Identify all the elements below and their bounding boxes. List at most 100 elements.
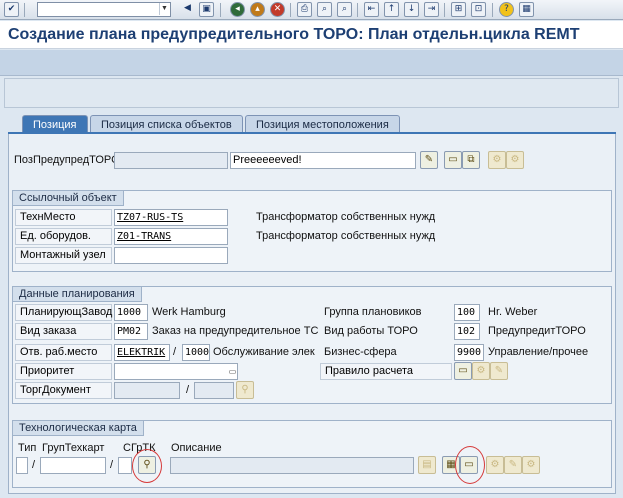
task-list-counter-field[interactable]: [118, 457, 132, 474]
first-page-icon[interactable]: ⇤: [364, 2, 379, 17]
print-icon[interactable]: ⎙: [297, 2, 312, 17]
toolbar-separator: [290, 3, 291, 17]
settlement-settings-icon: ⚙: [472, 362, 490, 380]
back-arrow-icon[interactable]: ◀: [180, 2, 195, 17]
equipment-field[interactable]: Z01-TRANS: [114, 228, 228, 245]
task-list-settings-icon: ⚙: [486, 456, 504, 474]
func-loc-field[interactable]: TZ07-RUS-TS: [114, 209, 228, 226]
reference-object-title: Ссылочный объект: [13, 191, 124, 206]
task-list-config-icon: ⚙: [522, 456, 540, 474]
find-next-icon[interactable]: ⌕: [337, 2, 352, 17]
exit-icon[interactable]: ▴: [250, 2, 265, 17]
check-icon[interactable]: ✔: [4, 2, 19, 17]
annotation-circle-create: [455, 446, 485, 484]
sales-doc-label: ТоргДокумент: [15, 382, 112, 399]
prev-page-icon[interactable]: ↑: [384, 2, 399, 17]
priority-field[interactable]: [114, 363, 238, 380]
task-list-type-field[interactable]: [16, 457, 28, 474]
shortcut-icon[interactable]: ⊡: [471, 2, 486, 17]
order-type-field[interactable]: PM02: [114, 323, 148, 340]
copy-icon[interactable]: ⧉: [462, 151, 480, 169]
long-text-icon[interactable]: ▭: [444, 151, 462, 169]
task-list-edit-icon: ✎: [504, 456, 522, 474]
equipment-value: Z01-TRANS: [117, 231, 172, 242]
system-toolbar: ✔ ▼ ◀ ▣ ◂ ▴ ✕ ⎙ ⌕ ⌕ ⇤ ↑ ↓ ⇥ ⊞ ⊡ ? ▦: [0, 0, 623, 20]
title-bar: Создание плана предупредительного ТОРО: …: [0, 21, 623, 49]
work-center-separator: /: [173, 346, 177, 358]
edit-icon[interactable]: ✎: [420, 151, 438, 169]
task-list-separator-2: /: [110, 459, 114, 471]
save-icon[interactable]: ▣: [199, 2, 214, 17]
task-list-detail-icon: ▤: [418, 456, 436, 474]
order-type-label: Вид заказа: [15, 323, 112, 340]
header-area: [4, 78, 619, 108]
next-page-icon[interactable]: ↓: [404, 2, 419, 17]
order-type-description: Заказ на предупредительное ТС: [152, 325, 319, 337]
activity-type-field[interactable]: 102: [454, 323, 480, 340]
task-list-separator-1: /: [32, 459, 36, 471]
item-text-field[interactable]: Preeeeeeved!: [230, 152, 416, 169]
settlement-edit-icon: ✎: [490, 362, 508, 380]
sales-doc-item-field[interactable]: [194, 382, 234, 399]
business-area-label: Бизнес-сфера: [324, 346, 397, 358]
tab-location-item[interactable]: Позиция местоположения: [245, 115, 400, 133]
toolbar-separator: [220, 3, 221, 17]
sales-doc-field[interactable]: [114, 382, 180, 399]
task-list-group-field[interactable]: [40, 457, 106, 474]
layout-icon[interactable]: ▦: [519, 2, 534, 17]
task-list-description-field[interactable]: [170, 457, 414, 474]
toolbar-separator: [24, 3, 25, 17]
find-icon[interactable]: ⌕: [317, 2, 332, 17]
new-session-icon[interactable]: ⊞: [451, 2, 466, 17]
work-center-field[interactable]: ELEKTRIK: [114, 344, 170, 361]
settlement-rule-label: Правило расчета: [320, 363, 452, 380]
priority-dropdown-icon[interactable]: ▭: [228, 364, 237, 379]
settings-2-icon: ⚙: [506, 151, 524, 169]
last-page-icon[interactable]: ⇥: [424, 2, 439, 17]
tab-object-list-item[interactable]: Позиция списка объектов: [90, 115, 243, 133]
work-center-value: ELEKTRIK: [117, 347, 166, 358]
equipment-description: Трансформатор собственных нужд: [256, 230, 436, 242]
sales-doc-separator: /: [186, 384, 190, 396]
activity-type-description: ПредупредитТОРО: [488, 325, 586, 337]
plant-field[interactable]: 1000: [114, 304, 148, 321]
business-area-description: Управление/прочее: [488, 346, 589, 358]
task-list-description-label: Описание: [171, 442, 222, 454]
task-list-group-label: ГрупТехкарт: [42, 442, 105, 454]
binoculars-icon: ⚲: [236, 381, 254, 399]
toolbar-separator: [492, 3, 493, 17]
assembly-label: Монтажный узел: [15, 247, 112, 264]
command-dropdown-icon[interactable]: ▼: [159, 3, 169, 15]
page-title: Создание плана предупредительного ТОРО: …: [8, 26, 580, 43]
planner-group-label: Группа плановиков: [324, 306, 422, 318]
application-toolbar: [0, 50, 623, 76]
task-list-title: Технологическая карта: [13, 421, 144, 436]
settlement-document-icon[interactable]: ▭: [454, 362, 472, 380]
plant-label: ПланирующЗавод: [15, 304, 112, 321]
tab-item[interactable]: Позиция: [22, 115, 88, 133]
command-field[interactable]: [37, 2, 171, 17]
work-center-description: Обслуживание элек: [213, 346, 315, 358]
planner-group-description: Hr. Weber: [488, 306, 538, 318]
settings-icon: ⚙: [488, 151, 506, 169]
task-list-type-label: Тип: [18, 442, 37, 454]
toolbar-separator: [357, 3, 358, 17]
annotation-circle-search: [132, 449, 162, 483]
activity-type-label: Вид работы ТОРО: [324, 325, 418, 337]
item-number-field[interactable]: [114, 152, 228, 169]
business-area-field[interactable]: 9900: [454, 344, 484, 361]
priority-label: Приоритет: [15, 363, 112, 380]
assembly-field[interactable]: [114, 247, 228, 264]
task-list-group: Технологическая карта: [12, 420, 612, 488]
func-loc-value: TZ07-RUS-TS: [117, 212, 184, 223]
work-center-plant-field[interactable]: 1000: [182, 344, 210, 361]
cancel-icon[interactable]: ✕: [270, 2, 285, 17]
back-icon[interactable]: ◂: [230, 2, 245, 17]
planning-data-title: Данные планирования: [13, 287, 142, 302]
help-icon[interactable]: ?: [499, 2, 514, 17]
func-loc-label: ТехнМесто: [15, 209, 112, 226]
item-label: ПозПредупредТОРС: [14, 154, 120, 166]
planner-group-field[interactable]: 100: [454, 304, 480, 321]
plant-description: Werk Hamburg: [152, 306, 226, 318]
toolbar-separator: [444, 3, 445, 17]
